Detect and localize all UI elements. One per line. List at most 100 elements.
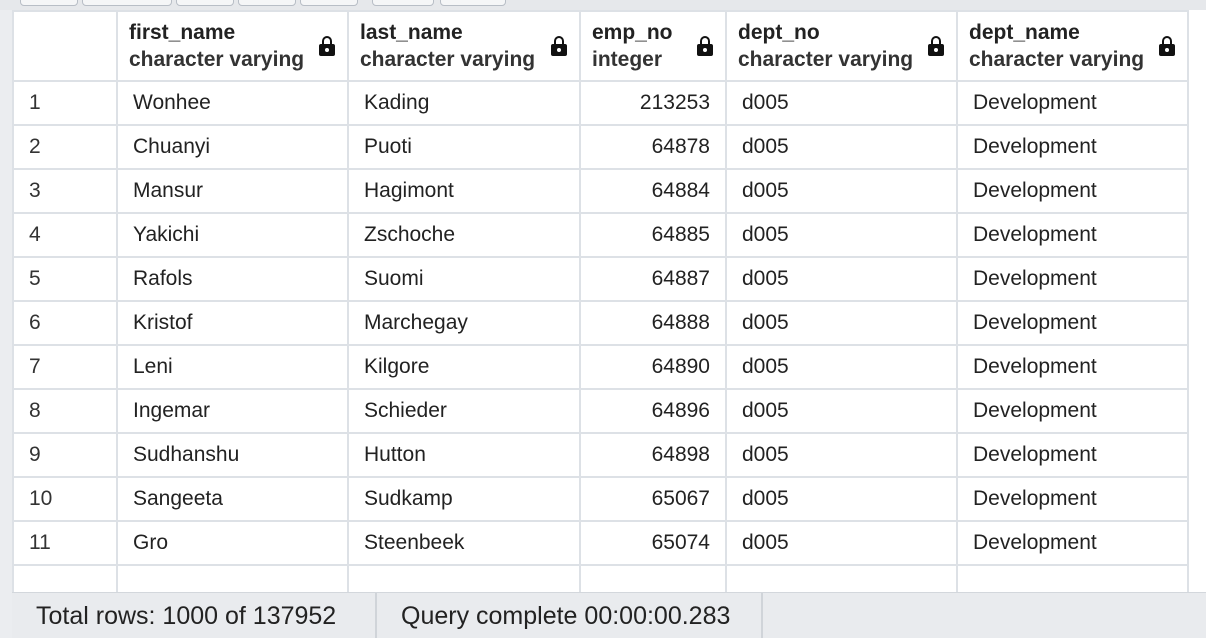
row-number-cell[interactable]: 3 — [12, 168, 118, 214]
last-name-cell[interactable]: Hagimont — [347, 168, 581, 214]
row-number-header[interactable] — [12, 10, 118, 82]
last-name-cell[interactable]: Kading — [347, 80, 581, 126]
first-name-cell[interactable]: Wonhee — [116, 80, 349, 126]
dept-name-cell[interactable]: Development — [956, 476, 1189, 522]
table-row[interactable]: 8 Ingemar Schieder 64896 d005 Development — [12, 388, 1189, 434]
toolbar-button[interactable] — [238, 0, 296, 6]
emp-no-cell[interactable] — [579, 564, 727, 592]
column-header-emp-no[interactable]: emp_no integer — [579, 10, 727, 82]
dept-no-cell[interactable] — [725, 564, 958, 592]
table-row[interactable]: 9 Sudhanshu Hutton 64898 d005 Development — [12, 432, 1189, 478]
dept-name-cell[interactable]: Development — [956, 80, 1189, 126]
last-name-cell[interactable]: Zschoche — [347, 212, 581, 258]
row-number-cell[interactable]: 6 — [12, 300, 118, 346]
column-header-dept-name[interactable]: dept_name character varying — [956, 10, 1189, 82]
first-name-cell[interactable]: Mansur — [116, 168, 349, 214]
toolbar-button[interactable] — [440, 0, 506, 6]
first-name-cell[interactable]: Leni — [116, 344, 349, 390]
table-row[interactable]: 2 Chuanyi Puoti 64878 d005 Development — [12, 124, 1189, 170]
emp-no-cell[interactable]: 64878 — [579, 124, 727, 170]
first-name-cell[interactable]: Rafols — [116, 256, 349, 302]
dept-name-cell[interactable]: Development — [956, 344, 1189, 390]
emp-no-cell[interactable]: 65067 — [579, 476, 727, 522]
dept-no-cell[interactable]: d005 — [725, 256, 958, 302]
toolbar-button[interactable] — [176, 0, 234, 6]
emp-no-cell[interactable]: 65074 — [579, 520, 727, 566]
data-output-grid[interactable]: first_name character varying last_name c… — [12, 10, 1206, 592]
table-row[interactable]: 6 Kristof Marchegay 64888 d005 Development — [12, 300, 1189, 346]
table-row[interactable]: 4 Yakichi Zschoche 64885 d005 Development — [12, 212, 1189, 258]
column-header-dept-no[interactable]: dept_no character varying — [725, 10, 958, 82]
dept-name-cell[interactable]: Development — [956, 168, 1189, 214]
first-name-cell[interactable]: Sudhanshu — [116, 432, 349, 478]
row-number-cell[interactable]: 11 — [12, 520, 118, 566]
table-row[interactable]: 3 Mansur Hagimont 64884 d005 Development — [12, 168, 1189, 214]
table-row[interactable]: 10 Sangeeta Sudkamp 65067 d005 Development — [12, 476, 1189, 522]
row-number-cell[interactable]: 4 — [12, 212, 118, 258]
dept-name-cell[interactable]: Development — [956, 432, 1189, 478]
emp-no-cell[interactable]: 64884 — [579, 168, 727, 214]
dept-name-cell[interactable] — [956, 564, 1189, 592]
emp-no-cell[interactable]: 64885 — [579, 212, 727, 258]
row-number-cell[interactable]: 1 — [12, 80, 118, 126]
dept-no-cell[interactable]: d005 — [725, 124, 958, 170]
emp-no-cell[interactable]: 213253 — [579, 80, 727, 126]
dept-name-cell[interactable]: Development — [956, 212, 1189, 258]
dept-no-cell[interactable]: d005 — [725, 476, 958, 522]
table-row[interactable]: 1 Wonhee Kading 213253 d005 Development — [12, 80, 1189, 126]
dept-no-cell[interactable]: d005 — [725, 168, 958, 214]
dept-name-cell[interactable]: Development — [956, 124, 1189, 170]
table-row[interactable]: 11 Gro Steenbeek 65074 d005 Development — [12, 520, 1189, 566]
last-name-cell[interactable]: Sudkamp — [347, 476, 581, 522]
last-name-cell[interactable]: Hutton — [347, 432, 581, 478]
row-number-cell[interactable]: 8 — [12, 388, 118, 434]
dept-name-cell[interactable]: Development — [956, 256, 1189, 302]
dept-no-cell[interactable]: d005 — [725, 432, 958, 478]
first-name-cell[interactable]: Ingemar — [116, 388, 349, 434]
dept-name-cell[interactable]: Development — [956, 300, 1189, 346]
last-name-cell[interactable]: Marchegay — [347, 300, 581, 346]
table-row[interactable]: 7 Leni Kilgore 64890 d005 Development — [12, 344, 1189, 390]
toolbar-button[interactable] — [372, 0, 434, 6]
last-name-cell[interactable]: Kilgore — [347, 344, 581, 390]
emp-no-cell[interactable]: 64890 — [579, 344, 727, 390]
row-number-cell[interactable]: 10 — [12, 476, 118, 522]
first-name-cell[interactable]: Yakichi — [116, 212, 349, 258]
row-number-cell[interactable]: 5 — [12, 256, 118, 302]
column-header-last-name[interactable]: last_name character varying — [347, 10, 581, 82]
emp-no-cell[interactable]: 64898 — [579, 432, 727, 478]
first-name-cell[interactable]: Gro — [116, 520, 349, 566]
first-name-cell[interactable] — [116, 564, 349, 592]
emp-no-cell[interactable]: 64896 — [579, 388, 727, 434]
dept-no-cell[interactable]: d005 — [725, 80, 958, 126]
first-name-cell[interactable]: Sangeeta — [116, 476, 349, 522]
table-row[interactable] — [12, 564, 1189, 592]
emp-no-cell[interactable]: 64888 — [579, 300, 727, 346]
dept-name-cell[interactable]: Development — [956, 520, 1189, 566]
last-name-cell[interactable] — [347, 564, 581, 592]
row-number-cell[interactable] — [12, 564, 118, 592]
last-name-cell[interactable]: Puoti — [347, 124, 581, 170]
column-header-first-name[interactable]: first_name character varying — [116, 10, 349, 82]
toolbar-button[interactable] — [82, 0, 172, 6]
dept-no-cell[interactable]: d005 — [725, 388, 958, 434]
dept-no-cell[interactable]: d005 — [725, 344, 958, 390]
dept-no-cell[interactable]: d005 — [725, 520, 958, 566]
toolbar-button[interactable] — [300, 0, 358, 6]
first-name-cell[interactable]: Kristof — [116, 300, 349, 346]
last-name-cell[interactable]: Schieder — [347, 388, 581, 434]
emp-no-cell[interactable]: 64887 — [579, 256, 727, 302]
last-name-cell[interactable]: Steenbeek — [347, 520, 581, 566]
table-row[interactable]: 5 Rafols Suomi 64887 d005 Development — [12, 256, 1189, 302]
dept-no-cell[interactable]: d005 — [725, 212, 958, 258]
toolbar-button[interactable] — [20, 0, 78, 6]
row-number-cell[interactable]: 9 — [12, 432, 118, 478]
row-number-cell[interactable]: 2 — [12, 124, 118, 170]
query-complete-status: Query complete 00:00:00.283 — [377, 593, 763, 638]
last-name-cell[interactable]: Suomi — [347, 256, 581, 302]
dept-name-cell[interactable]: Development — [956, 388, 1189, 434]
row-number-cell[interactable]: 7 — [12, 344, 118, 390]
column-name: emp_no — [592, 21, 673, 44]
first-name-cell[interactable]: Chuanyi — [116, 124, 349, 170]
dept-no-cell[interactable]: d005 — [725, 300, 958, 346]
